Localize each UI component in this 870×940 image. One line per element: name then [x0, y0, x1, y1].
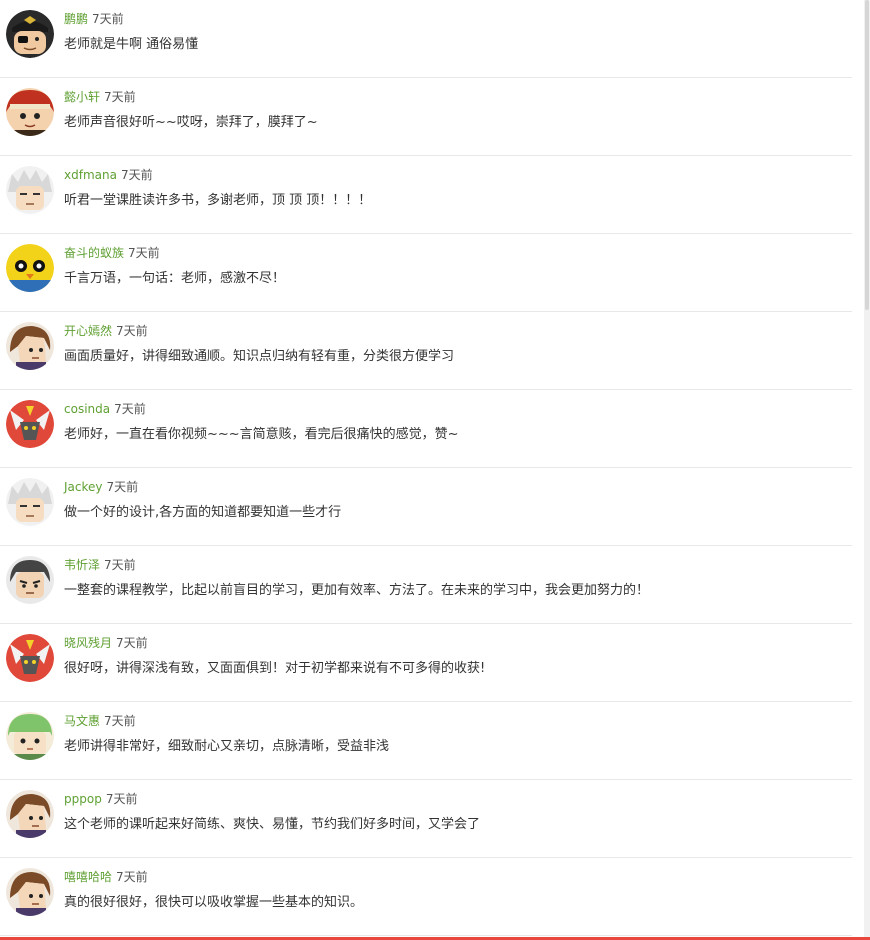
comment-item: 鹏鹏 7天前 老师就是牛啊 通俗易懂: [0, 0, 852, 78]
red-mecha-avatar-icon[interactable]: [6, 634, 54, 682]
timestamp: 7天前: [106, 480, 139, 494]
timestamp: 7天前: [105, 792, 138, 806]
comment-item: pppop 7天前 这个老师的课听起来好简练、爽快、易懂，节约我们好多时间，又学会…: [0, 780, 852, 858]
comment-item: 开心嫣然 7天前 画面质量好，讲得细致通顺。知识点归纳有轻有重，分类很方便学习: [0, 312, 852, 390]
pirate-avatar-icon[interactable]: [6, 10, 54, 58]
comment-item: xdfmana 7天前 听君一堂课胜读许多书，多谢老师，顶 顶 顶！！！！: [0, 156, 852, 234]
comment-text: 老师声音很好听~~哎呀，崇拜了，膜拜了~: [64, 115, 318, 130]
username[interactable]: 开心嫣然: [64, 324, 112, 338]
comment-item: cosinda 7天前 老师好，一直在看你视频~~~言简意赅，看完后很痛快的感觉，…: [0, 390, 852, 468]
brown-hair-avatar-icon[interactable]: [6, 322, 54, 370]
username[interactable]: cosinda: [64, 402, 110, 416]
username[interactable]: 奋斗的蚁族: [64, 246, 124, 260]
comment-item: 马文惠 7天前 老师讲得非常好，细致耐心又亲切，点脉清晰，受益非浅: [0, 702, 852, 780]
comment-item: 懿小轩 7天前 老师声音很好听~~哎呀，崇拜了，膜拜了~: [0, 78, 852, 156]
yellow-robot-avatar-icon[interactable]: [6, 244, 54, 292]
comment-item: Jackey 7天前 做一个好的设计,各方面的知道都要知道一些才行: [0, 468, 852, 546]
username[interactable]: 嘻嘻哈哈: [64, 870, 112, 884]
scrollbar-thumb[interactable]: [865, 0, 869, 310]
timestamp: 7天前: [120, 168, 153, 182]
username[interactable]: xdfmana: [64, 168, 117, 182]
comment-item: 奋斗的蚁族 7天前 千言万语，一句话：老师，感激不尽！: [0, 234, 852, 312]
comment-text: 真的很好很好，很快可以吸收掌握一些基本的知识。: [64, 895, 364, 910]
username[interactable]: 韦忻泽: [64, 558, 100, 572]
brown-hair-avatar-icon[interactable]: [6, 868, 54, 916]
timestamp: 7天前: [116, 324, 148, 338]
brown-hair-avatar-icon[interactable]: [6, 790, 54, 838]
comment-text: 千言万语，一句话：老师，感激不尽！: [64, 271, 286, 286]
comment-text: 做一个好的设计,各方面的知道都要知道一些才行: [64, 505, 342, 520]
dark-hair-avatar-icon[interactable]: [6, 556, 54, 604]
timestamp: 7天前: [116, 636, 148, 650]
comment-text: 一整套的课程教学，比起以前盲目的学习，更加有效率、方法了。在未来的学习中，我会更…: [64, 583, 650, 598]
username[interactable]: 懿小轩: [64, 90, 100, 104]
comment-text: 听君一堂课胜读许多书，多谢老师，顶 顶 顶！！！！: [64, 193, 372, 208]
green-hair-avatar-icon[interactable]: [6, 712, 54, 760]
red-hair-avatar-icon[interactable]: [6, 88, 54, 136]
red-mecha-avatar-icon[interactable]: [6, 400, 54, 448]
timestamp: 7天前: [104, 714, 136, 728]
username[interactable]: 马文惠: [64, 714, 100, 728]
username[interactable]: pppop: [64, 792, 102, 806]
comment-text: 很好呀，讲得深浅有致，又面面俱到！对于初学都来说有不可多得的收获!: [64, 661, 486, 676]
comment-text: 这个老师的课听起来好简练、爽快、易懂，节约我们好多时间，又学会了: [64, 817, 481, 832]
vertical-scrollbar[interactable]: [864, 0, 870, 940]
timestamp: 7天前: [114, 402, 146, 416]
comment-text: 画面质量好，讲得细致通顺。知识点归纳有轻有重，分类很方便学习: [64, 349, 455, 364]
white-hair-avatar-icon[interactable]: [6, 478, 54, 526]
timestamp: 7天前: [104, 90, 136, 104]
comment-item: 嘻嘻哈哈 7天前 真的很好很好，很快可以吸收掌握一些基本的知识。: [0, 858, 852, 936]
username[interactable]: 晓风残月: [64, 636, 112, 650]
timestamp: 7天前: [104, 558, 136, 572]
comment-text: 老师就是牛啊 通俗易懂: [64, 37, 199, 52]
comment-item: 晓风残月 7天前 很好呀，讲得深浅有致，又面面俱到！对于初学都来说有不可多得的收获…: [0, 624, 852, 702]
white-hair-avatar-icon[interactable]: [6, 166, 54, 214]
username[interactable]: 鹏鹏: [64, 12, 88, 26]
username[interactable]: Jackey: [64, 480, 103, 494]
timestamp: 7天前: [128, 246, 160, 260]
timestamp: 7天前: [116, 870, 148, 884]
comment-text: 老师好，一直在看你视频~~~言简意赅，看完后很痛快的感觉，赞~: [64, 427, 459, 442]
comment-text: 老师讲得非常好，细致耐心又亲切，点脉清晰，受益非浅: [64, 739, 390, 754]
timestamp: 7天前: [92, 12, 124, 26]
comment-item: 韦忻泽 7天前 一整套的课程教学，比起以前盲目的学习，更加有效率、方法了。在未来的…: [0, 546, 852, 624]
comment-list: 鹏鹏 7天前 老师就是牛啊 通俗易懂 懿小轩 7天前 老师声音很好听~~哎呀，崇拜了…: [0, 0, 852, 936]
